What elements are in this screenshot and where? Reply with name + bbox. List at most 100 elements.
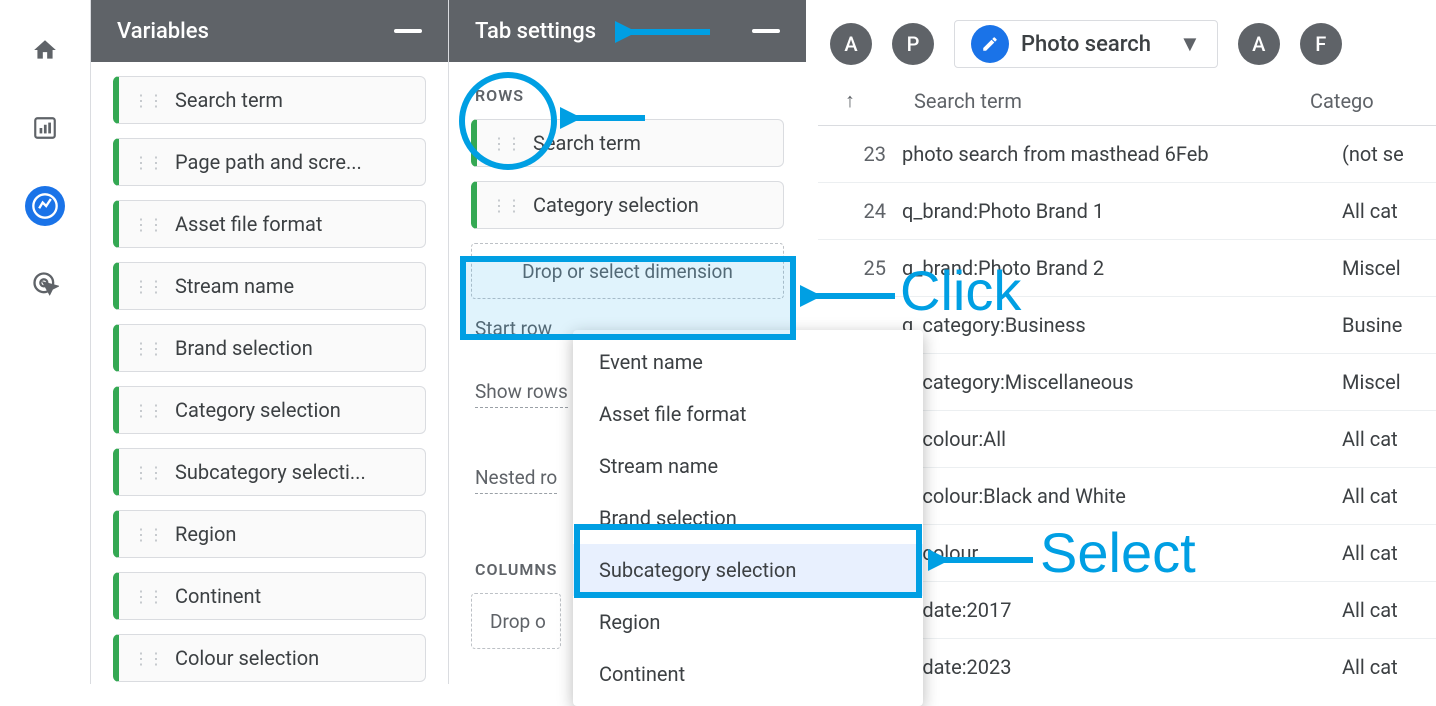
variable-label: Colour selection bbox=[175, 646, 319, 670]
show-rows-setting[interactable]: Show rows bbox=[475, 380, 568, 408]
variable-label: Page path and scre... bbox=[175, 150, 362, 174]
caret-down-icon: ▼ bbox=[1179, 31, 1201, 57]
variables-body: ⋮⋮ Search term ⋮⋮ Page path and scre... ⋮⋮As… bbox=[91, 62, 448, 684]
variables-header: Variables bbox=[91, 0, 448, 62]
tab-strip: A P Photo search ▼ A F bbox=[818, 12, 1436, 76]
cell-category: Miscel bbox=[1342, 370, 1436, 394]
tab-pill[interactable]: A bbox=[830, 23, 872, 65]
variable-chip[interactable]: ⋮⋮Brand selection bbox=[113, 324, 426, 372]
variable-label: Category selection bbox=[175, 398, 341, 422]
minimize-icon[interactable] bbox=[752, 29, 780, 33]
variable-label: Brand selection bbox=[175, 336, 313, 360]
column-header-search-term[interactable]: Search term bbox=[870, 89, 1310, 113]
sort-asc-icon[interactable]: ↑ bbox=[830, 88, 870, 113]
home-icon bbox=[32, 37, 58, 63]
cell-category: Busine bbox=[1342, 313, 1436, 337]
row-dimension-label: Search term bbox=[533, 131, 641, 155]
drag-grip-icon: ⋮⋮ bbox=[133, 463, 163, 482]
rail-advertising[interactable] bbox=[25, 264, 65, 304]
explore-icon bbox=[31, 192, 59, 220]
cell-category: All cat bbox=[1342, 655, 1436, 679]
rows-section-label: ROWS bbox=[475, 86, 784, 105]
variable-label: Stream name bbox=[175, 274, 294, 298]
cell-search-term: q_brand:Photo Brand 2 bbox=[902, 256, 1342, 280]
variable-chip[interactable]: ⋮⋮Category selection bbox=[113, 386, 426, 434]
dimension-dropdown[interactable]: Event nameAsset file formatStream nameBr… bbox=[573, 330, 923, 706]
target-click-icon bbox=[31, 270, 59, 298]
variable-label: Continent bbox=[175, 584, 261, 608]
drag-grip-icon: ⋮⋮ bbox=[133, 91, 163, 110]
drag-grip-icon: ⋮⋮ bbox=[133, 153, 163, 172]
variables-panel: Variables ⋮⋮ Search term ⋮⋮ Page path and s… bbox=[90, 0, 448, 684]
cell-category: All cat bbox=[1342, 484, 1436, 508]
drag-grip-icon: ⋮⋮ bbox=[133, 215, 163, 234]
dimension-option[interactable]: Continent bbox=[573, 648, 923, 700]
dimension-option[interactable]: Subcategory selection bbox=[573, 544, 923, 596]
table-row[interactable]: 23photo search from masthead 6Feb(not se bbox=[818, 126, 1436, 183]
cell-category: Miscel bbox=[1342, 256, 1436, 280]
table-row[interactable]: 25q_brand:Photo Brand 2Miscel bbox=[818, 240, 1436, 297]
variable-chip[interactable]: ⋮⋮ Colour selection bbox=[113, 634, 426, 682]
variable-label: Subcategory selecti... bbox=[175, 460, 366, 484]
variable-chip[interactable]: ⋮⋮Continent bbox=[113, 572, 426, 620]
row-dimension-chip[interactable]: ⋮⋮ Category selection bbox=[471, 181, 784, 229]
cell-search-term: q_brand:Photo Brand 1 bbox=[902, 199, 1342, 223]
cell-category: All cat bbox=[1342, 199, 1436, 223]
variable-chip[interactable]: ⋮⋮ Region bbox=[113, 510, 426, 558]
pencil-icon bbox=[971, 25, 1009, 63]
cell-category: (not se bbox=[1342, 142, 1436, 166]
tab-settings-title: Tab settings bbox=[475, 19, 596, 44]
minimize-icon[interactable] bbox=[394, 29, 422, 33]
variable-label: Search term bbox=[175, 88, 283, 112]
drag-grip-icon: ⋮⋮ bbox=[491, 196, 521, 215]
rows-dropzone[interactable]: Drop or select dimension bbox=[471, 243, 784, 299]
cell-category: All cat bbox=[1342, 427, 1436, 451]
row-index: 23 bbox=[830, 142, 902, 166]
row-index: 25 bbox=[830, 256, 902, 280]
cell-search-term: q_category:Miscellaneous bbox=[902, 370, 1342, 394]
column-header-category[interactable]: Catego bbox=[1310, 89, 1374, 113]
dimension-option[interactable]: Brand selection bbox=[573, 492, 923, 544]
variables-title: Variables bbox=[117, 19, 209, 44]
table-header: ↑ Search term Catego bbox=[818, 76, 1436, 126]
dimension-option[interactable]: Asset file format bbox=[573, 388, 923, 440]
variable-chip[interactable]: ⋮⋮ Page path and scre... bbox=[113, 138, 426, 186]
rail-reports[interactable] bbox=[25, 108, 65, 148]
dimension-option[interactable]: Region bbox=[573, 596, 923, 648]
tab-pill[interactable]: P bbox=[892, 23, 934, 65]
cell-category: All cat bbox=[1342, 598, 1436, 622]
cell-search-term: q_colour:All bbox=[902, 427, 1342, 451]
tab-pill[interactable]: A bbox=[1238, 23, 1280, 65]
row-dimension-label: Category selection bbox=[533, 193, 699, 217]
cell-category: All cat bbox=[1342, 541, 1436, 565]
variable-chip[interactable]: ⋮⋮ Search term bbox=[113, 76, 426, 124]
drag-grip-icon: ⋮⋮ bbox=[133, 525, 163, 544]
rail-home[interactable] bbox=[25, 30, 65, 70]
active-tab-label: Photo search bbox=[1021, 32, 1151, 57]
cell-search-term: q_date:2017 bbox=[902, 598, 1342, 622]
row-dimension-chip[interactable]: ⋮⋮ Search term bbox=[471, 119, 784, 167]
drag-grip-icon: ⋮⋮ bbox=[491, 134, 521, 153]
variable-chip[interactable]: ⋮⋮ Stream name bbox=[113, 262, 426, 310]
active-tab-chip[interactable]: Photo search ▼ bbox=[954, 20, 1218, 68]
nested-rows-setting[interactable]: Nested ro bbox=[475, 466, 557, 494]
bar-chart-icon bbox=[32, 115, 58, 141]
dimension-option[interactable]: Event name bbox=[573, 336, 923, 388]
drag-grip-icon: ⋮⋮ bbox=[133, 277, 163, 296]
variable-label: Region bbox=[175, 522, 236, 546]
tab-settings-header: Tab settings bbox=[449, 0, 806, 62]
row-index: 24 bbox=[830, 199, 902, 223]
cell-search-term: photo search from masthead 6Feb bbox=[902, 142, 1342, 166]
table-row[interactable]: 24q_brand:Photo Brand 1All cat bbox=[818, 183, 1436, 240]
drag-grip-icon: ⋮⋮ bbox=[133, 649, 163, 668]
rows-dropzone-label: Drop or select dimension bbox=[522, 260, 733, 283]
columns-dropzone[interactable]: Drop o bbox=[471, 593, 561, 649]
cell-search-term: q_colour:Black and White bbox=[902, 484, 1342, 508]
variable-chip[interactable]: ⋮⋮Asset file format bbox=[113, 200, 426, 248]
cell-search-term: q_colour bbox=[902, 541, 1342, 565]
tab-pill[interactable]: F bbox=[1300, 23, 1342, 65]
rail-explore[interactable] bbox=[25, 186, 65, 226]
variable-chip[interactable]: ⋮⋮ Subcategory selecti... bbox=[113, 448, 426, 496]
cell-search-term: q_date:2023 bbox=[902, 655, 1342, 679]
dimension-option[interactable]: Stream name bbox=[573, 440, 923, 492]
